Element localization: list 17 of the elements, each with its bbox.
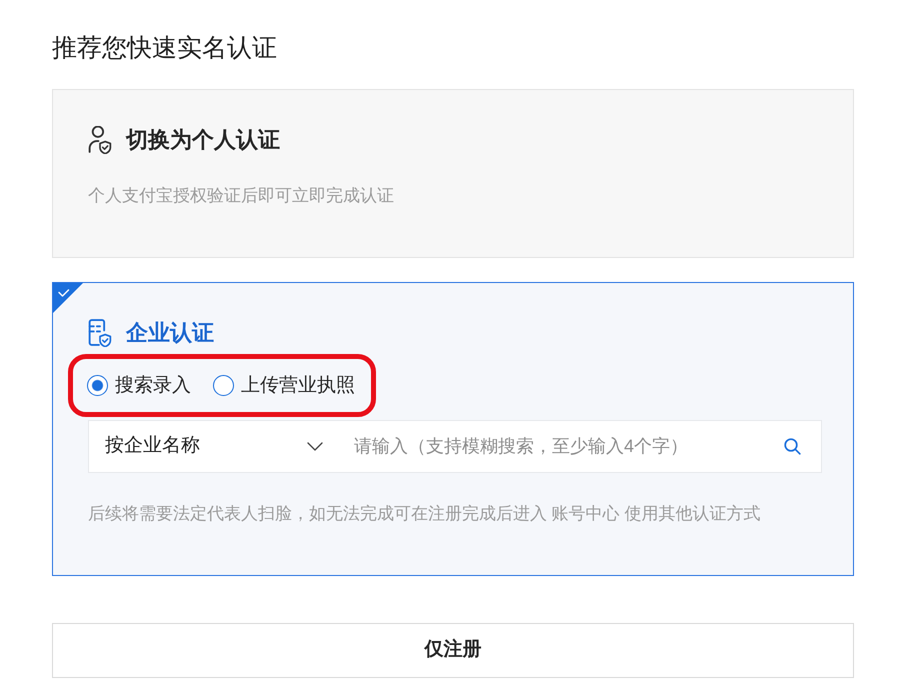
search-field[interactable]: 请输入（支持模糊搜索，至少输入4个字） <box>354 421 784 472</box>
page-heading: 推荐您快速实名认证 <box>52 33 278 64</box>
selected-option-card[interactable]: 企业认证 搜索录入 上传营业执照 按企业名称 请输入（支持模糊搜索，至少输入4个字） 后续将需要法定代表人扫脸，如无法完成可在注册完成后进入 账号中心 使用其他认证方式 <box>52 282 854 576</box>
register-only-button[interactable]: 仅注册 <box>52 623 854 678</box>
radio-option[interactable]: 搜索录入 <box>87 372 191 398</box>
search-type-select[interactable]: 按企业名称 <box>89 421 339 472</box>
document-shield-icon <box>88 318 112 346</box>
chevron-down-icon <box>307 442 323 451</box>
option-note: 后续将需要法定代表人扫脸，如无法完成可在注册完成后进入 账号中心 使用其他认证方式 <box>88 503 762 525</box>
person-shield-icon <box>88 126 112 154</box>
radio-option[interactable]: 上传营业执照 <box>213 372 355 398</box>
search-bar[interactable]: 按企业名称 请输入（支持模糊搜索，至少输入4个字） <box>88 420 822 473</box>
option-title: 企业认证 <box>126 318 214 346</box>
option-title: 切换为个人认证 <box>126 126 280 154</box>
search-icon[interactable] <box>784 438 801 455</box>
option-card[interactable]: 切换为个人认证 个人支付宝授权验证后即可立即完成认证 <box>52 89 854 258</box>
option-description: 个人支付宝授权验证后即可立即完成认证 <box>88 185 395 207</box>
